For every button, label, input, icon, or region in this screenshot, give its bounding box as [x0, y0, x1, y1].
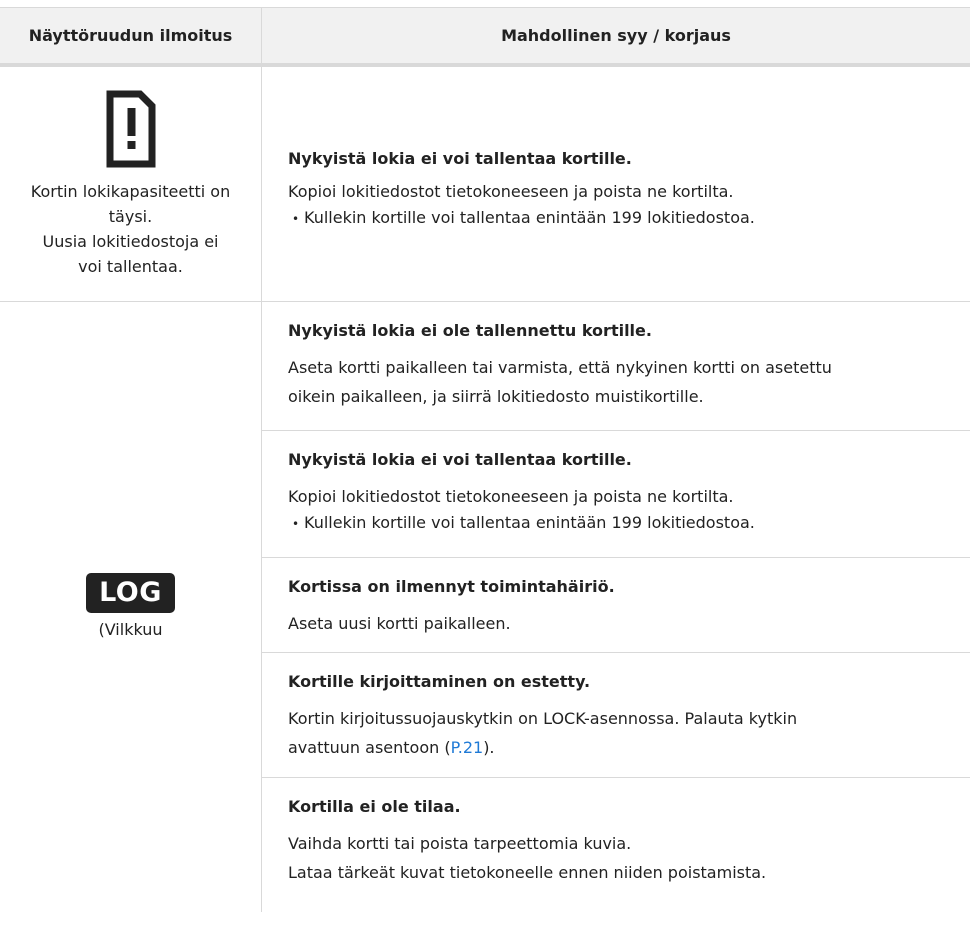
header-cause-fix: Mahdollinen syy / korjaus: [501, 26, 731, 45]
table-row: LOG (Vilkkuu Nykyistä lokia ei ole talle…: [0, 302, 970, 912]
entry-text: Lataa tärkeät kuvat tietokoneelle ennen …: [288, 863, 767, 882]
entry-bullet: Kullekin kortille voi tallentaa enintään…: [288, 511, 950, 536]
display-message-cell: LOG (Vilkkuu: [0, 302, 262, 912]
error-table: Näyttöruudun ilmoitus Mahdollinen syy / …: [0, 7, 970, 912]
entry-text-part: avattuun asentoon (: [288, 738, 451, 757]
entry-title: Nykyistä lokia ei ole tallennettu kortil…: [288, 321, 652, 340]
entry-text: Kopioi lokitiedostot tietokoneeseen ja p…: [288, 487, 734, 506]
cause-entry: Kortissa on ilmennyt toimintahäiriö. Ase…: [262, 557, 970, 652]
message-line: Kortin lokikapasiteetti on: [30, 181, 231, 201]
table-row: Kortin lokikapasiteetti on täysi. Uusia …: [0, 67, 970, 302]
entry-text: Aseta kortti paikalleen tai varmista, et…: [288, 358, 832, 377]
cause-entry: Nykyistä lokia ei ole tallennettu kortil…: [262, 302, 970, 430]
display-message-cell: Kortin lokikapasiteetti on täysi. Uusia …: [0, 67, 262, 301]
badge-note: (Vilkkuu: [98, 619, 163, 639]
cause-entry: Kortille kirjoittaminen on estetty. Kort…: [262, 652, 970, 777]
entry-text: oikein paikalleen, ja siirrä lokitiedost…: [288, 387, 704, 406]
page-link[interactable]: P.21: [451, 738, 484, 757]
message-line: täysi.: [108, 206, 153, 226]
entry-bullet: Kullekin kortille voi tallentaa enintään…: [288, 206, 950, 231]
entry-text: avattuun asentoon (P.21).: [288, 733, 950, 762]
entry-text-part: ).: [483, 738, 495, 757]
entry-text: Kortin kirjoitussuojauskytkin on LOCK-as…: [288, 709, 798, 728]
cause-fix-cell: Nykyistä lokia ei ole tallennettu kortil…: [262, 302, 970, 912]
entry-title: Kortissa on ilmennyt toimintahäiriö.: [288, 577, 615, 596]
table-header: Näyttöruudun ilmoitus Mahdollinen syy / …: [0, 7, 970, 67]
entry-text: Aseta uusi kortti paikalleen.: [288, 614, 511, 633]
cause-entry: Nykyistä lokia ei voi tallentaa kortille…: [262, 138, 970, 231]
log-badge-icon: LOG: [86, 572, 175, 613]
entry-text: Kopioi lokitiedostot tietokoneeseen ja p…: [288, 181, 734, 201]
entry-title: Kortille kirjoittaminen on estetty.: [288, 672, 591, 691]
cause-fix-cell: Nykyistä lokia ei voi tallentaa kortille…: [262, 67, 970, 301]
message-line: voi tallentaa.: [78, 256, 183, 276]
entry-title: Kortilla ei ole tilaa.: [288, 797, 461, 816]
cause-entry: Kortilla ei ole tilaa. Vaihda kortti tai…: [262, 777, 970, 912]
header-display-message: Näyttöruudun ilmoitus: [0, 8, 262, 63]
entry-title: Nykyistä lokia ei voi tallentaa kortille…: [288, 450, 632, 469]
cause-entry: Nykyistä lokia ei voi tallentaa kortille…: [262, 430, 970, 557]
message-line: Uusia lokitiedostoja ei: [42, 231, 219, 251]
card-warning-icon: [106, 90, 156, 175]
entry-text: Vaihda kortti tai poista tarpeettomia ku…: [288, 834, 632, 853]
entry-title: Nykyistä lokia ei voi tallentaa kortille…: [288, 148, 632, 168]
